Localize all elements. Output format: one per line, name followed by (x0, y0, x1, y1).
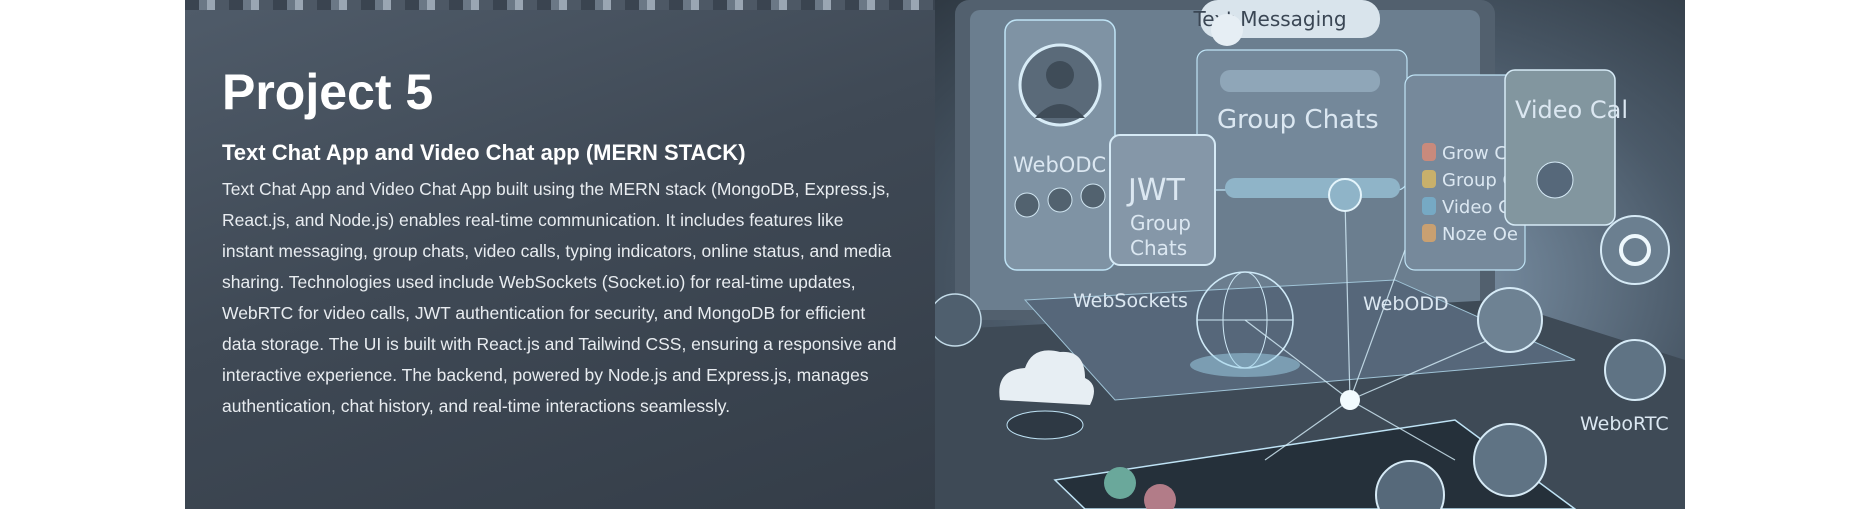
phone-button-icon (1104, 467, 1136, 499)
input-bar (1225, 178, 1400, 198)
jwt-chats-label: Chats (1130, 236, 1187, 260)
websockets-label: WebSockets (1073, 290, 1188, 312)
project-description: Text Chat App and Video Chat App built u… (222, 179, 897, 416)
list-marker-icon (1422, 197, 1436, 215)
clock-icon (1536, 161, 1574, 199)
user-icon (1211, 14, 1243, 46)
chat-node-icon (1328, 178, 1362, 212)
avatar-head-icon (1046, 61, 1074, 89)
jwt-label: JWT (1126, 173, 1186, 208)
orb-icon (935, 293, 982, 347)
cloud-base (1006, 410, 1084, 440)
list-marker-icon (1422, 170, 1436, 188)
webodc-label: WebODC (1013, 153, 1106, 177)
project-card: Project 5 Text Chat App and Video Chat a… (185, 0, 1685, 509)
project-text-panel: Project 5 Text Chat App and Video Chat a… (185, 10, 935, 509)
top-image-strip (185, 0, 935, 10)
panel-button-icon (1047, 187, 1073, 213)
list-item-label: Noze Oe (1442, 224, 1518, 245)
target-orb-icon (1600, 215, 1670, 285)
project-subtitle: Text Chat App and Video Chat app (MERN S… (222, 140, 746, 165)
webortc-label: WeboRTC (1580, 413, 1669, 435)
atom-orb-icon (1604, 339, 1666, 401)
jwt-group-label: Group (1130, 211, 1191, 235)
video-call-panel (1504, 69, 1616, 226)
network-hub-icon (1340, 390, 1360, 410)
panel-button-icon (1080, 183, 1106, 209)
cube-orb-icon (1477, 287, 1543, 353)
panel-button-icon (1014, 192, 1040, 218)
box-orb-icon (1473, 423, 1547, 497)
list-marker-icon (1422, 224, 1436, 242)
group-chats-label: Group Chats (1217, 105, 1379, 135)
project-title: Project 5 (222, 64, 434, 120)
list-marker-icon (1422, 143, 1436, 161)
webodd-label: WebODD (1363, 293, 1449, 315)
project-illustration: WebODC Text Messaging Group Chats JWT Gr… (935, 0, 1685, 509)
video-call-label: Video Cal (1515, 96, 1628, 124)
globe-base-glow (1190, 353, 1300, 377)
illustration-svg: WebODC Text Messaging Group Chats JWT Gr… (935, 0, 1685, 509)
search-bar (1220, 70, 1380, 92)
